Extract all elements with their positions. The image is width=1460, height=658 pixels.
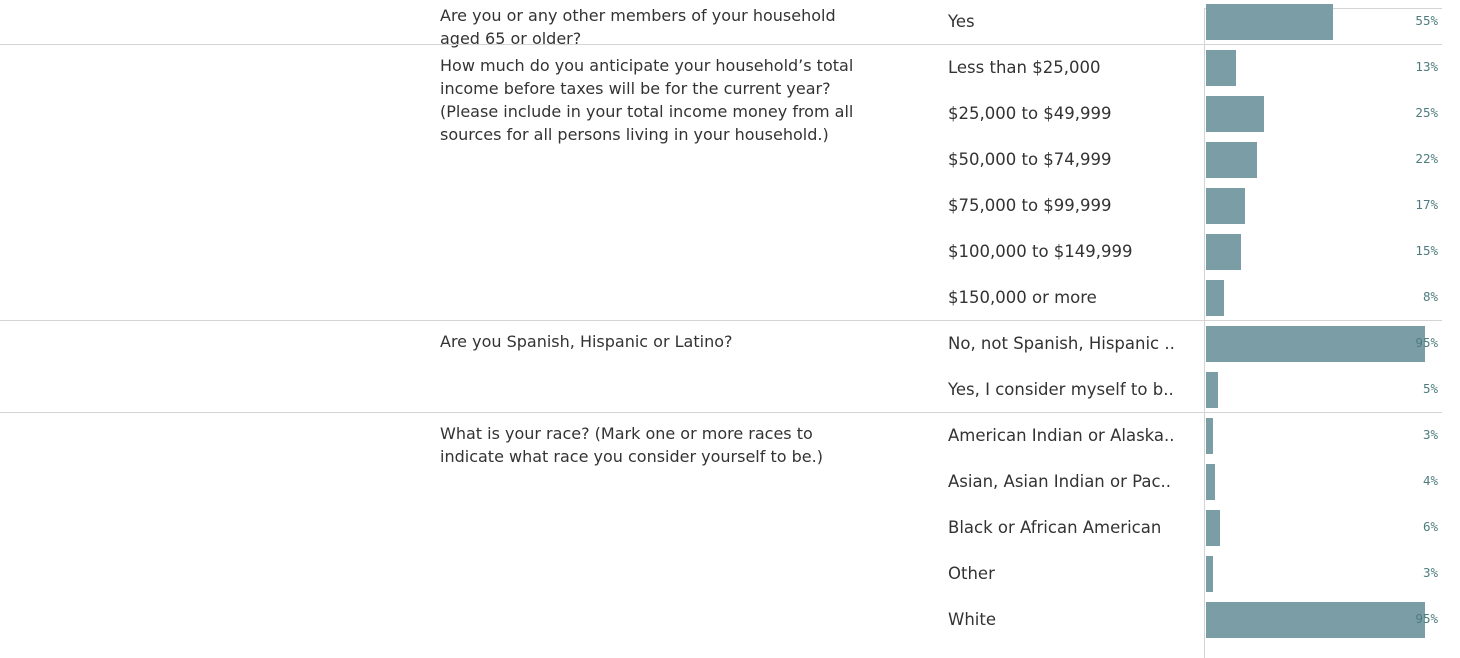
bar	[1206, 418, 1213, 454]
answer-label: $50,000 to $74,999	[948, 151, 1112, 169]
bar	[1206, 50, 1236, 86]
value-label: 13%	[1415, 59, 1438, 74]
answer-label: American Indian or Alaska..	[948, 427, 1175, 445]
answer-label: $100,000 to $149,999	[948, 243, 1133, 261]
group-divider	[0, 412, 1442, 413]
group-divider	[0, 44, 1442, 45]
answer-label: $75,000 to $99,999	[948, 197, 1112, 215]
survey-bar-chart: Are you or any other members of your hou…	[0, 0, 1460, 658]
value-label: 25%	[1415, 105, 1438, 120]
group-divider	[0, 320, 1442, 321]
answer-label: White	[948, 611, 996, 629]
question-label: What is your race? (Mark one or more rac…	[440, 424, 823, 466]
answer-label: Yes, I consider myself to b..	[948, 381, 1174, 399]
question-label: How much do you anticipate your househol…	[440, 56, 854, 144]
value-label: 55%	[1415, 13, 1438, 28]
bar	[1206, 280, 1225, 316]
answer-label: Other	[948, 565, 995, 583]
value-label: 22%	[1415, 151, 1438, 166]
answer-label: Asian, Asian Indian or Pac..	[948, 473, 1172, 491]
value-label: 15%	[1415, 243, 1438, 258]
bar	[1206, 510, 1220, 546]
bar-pane-axis-line	[1204, 8, 1205, 658]
value-label: 95%	[1415, 335, 1438, 350]
answer-label: No, not Spanish, Hispanic ..	[948, 335, 1175, 353]
value-label: 3%	[1422, 427, 1438, 442]
value-label: 8%	[1422, 289, 1438, 304]
answer-label: $25,000 to $49,999	[948, 105, 1112, 123]
value-label: 17%	[1415, 197, 1438, 212]
value-label: 3%	[1422, 565, 1438, 580]
question-label: Are you Spanish, Hispanic or Latino?	[440, 332, 733, 351]
bar	[1206, 556, 1213, 592]
value-label: 4%	[1422, 473, 1438, 488]
bar	[1206, 464, 1216, 500]
value-label: 5%	[1422, 381, 1438, 396]
value-label: 6%	[1422, 519, 1438, 534]
answer-label: Yes	[948, 13, 975, 31]
bar	[1206, 142, 1257, 178]
bar	[1206, 234, 1241, 270]
bar	[1206, 372, 1218, 408]
answer-label: $150,000 or more	[948, 289, 1097, 307]
answer-label: Less than $25,000	[948, 59, 1101, 77]
value-label: 95%	[1415, 611, 1438, 626]
bar	[1206, 4, 1333, 40]
bar	[1206, 96, 1264, 132]
bar	[1206, 188, 1246, 224]
answer-label: Black or African American	[948, 519, 1162, 537]
